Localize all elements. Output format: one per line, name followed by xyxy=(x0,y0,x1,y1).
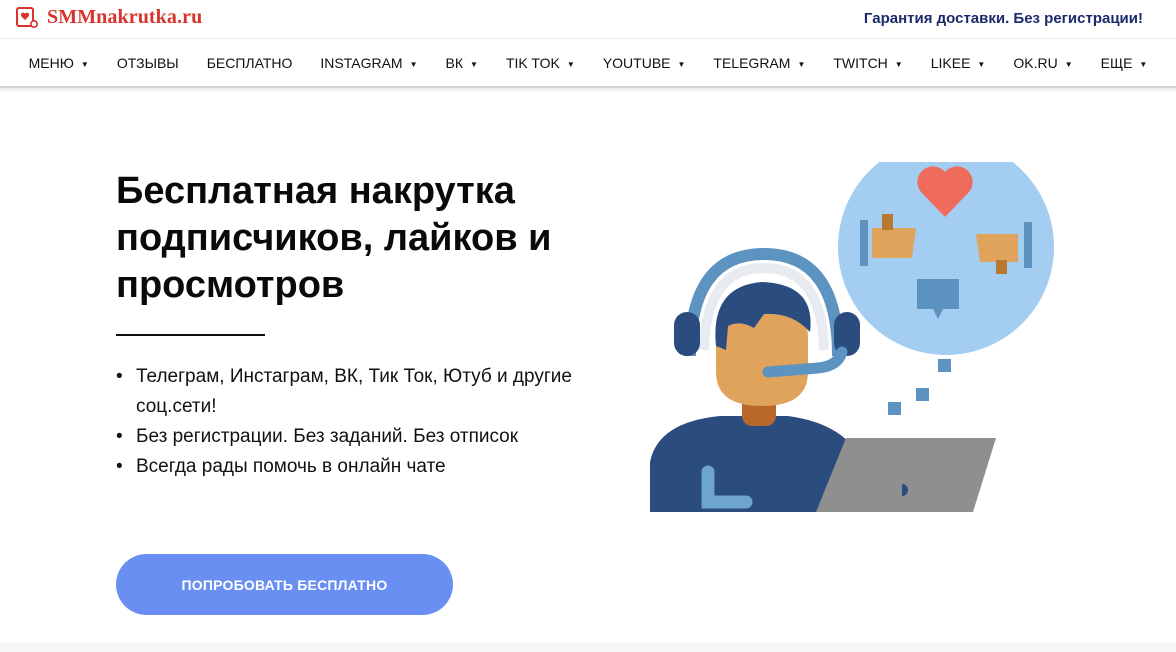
caret-down-icon: ▼ xyxy=(677,59,686,69)
top-bar: SMMnakrutka.ru Гарантия доставки. Без ре… xyxy=(0,0,1176,38)
nav-item-free[interactable]: БЕСПЛАТНО xyxy=(193,55,307,71)
footer-strip xyxy=(0,643,1176,652)
caret-down-icon: ▼ xyxy=(409,59,418,69)
nav-item-label: LIKEE xyxy=(930,55,971,71)
nav-item-okru[interactable]: OK.RU ▼ xyxy=(999,55,1086,71)
caret-down-icon: ▼ xyxy=(1064,59,1073,69)
nav-list: МЕНЮ ▼ ОТЗЫВЫ БЕСПЛАТНО INSTAGRAM ▼ ВК ▼ TI… xyxy=(0,39,1176,87)
nav-item-tiktok[interactable]: TIK TOK ▼ xyxy=(492,55,589,71)
feature-item: Телеграм, Инстаграм, ВК, Тик Ток, Ютуб и… xyxy=(116,362,576,422)
dot xyxy=(938,359,951,372)
nav-item-label: ОТЗЫВЫ xyxy=(116,55,179,71)
laptop-icon xyxy=(816,438,996,512)
nav-item-menu[interactable]: МЕНЮ ▼ xyxy=(15,55,103,71)
title-divider xyxy=(116,334,265,336)
feature-item: Всегда рады помочь в онлайн чате xyxy=(116,452,576,482)
nav-item-more[interactable]: ЕЩЕ ▼ xyxy=(1087,55,1162,71)
hero-title: Бесплатная накрутка подписчиков, лайков … xyxy=(116,170,552,306)
nav-item-label: INSTAGRAM xyxy=(320,55,403,71)
headset-earcup xyxy=(674,312,700,356)
support-operator-illustration xyxy=(650,162,1054,512)
nav-item-telegram[interactable]: TELEGRAM ▼ xyxy=(699,55,819,71)
main-nav: МЕНЮ ▼ ОТЗЫВЫ БЕСПЛАТНО INSTAGRAM ▼ ВК ▼ TI… xyxy=(0,38,1176,88)
dot xyxy=(916,388,929,401)
caret-down-icon: ▼ xyxy=(977,59,986,69)
nav-item-twitch[interactable]: TWITCH ▼ xyxy=(819,55,916,71)
try-free-button[interactable]: ПОПРОБОВАТЬ БЕСПЛАТНО xyxy=(116,554,453,615)
caret-down-icon: ▼ xyxy=(566,59,575,69)
logo-text: SMMnakrutka.ru xyxy=(47,5,203,28)
feature-item: Без регистрации. Без заданий. Без отписо… xyxy=(116,422,576,452)
nav-item-label: ВК xyxy=(445,55,464,71)
site-logo[interactable]: SMMnakrutka.ru xyxy=(15,5,202,29)
nav-item-label: МЕНЮ xyxy=(28,55,74,71)
nav-item-label: TELEGRAM xyxy=(713,55,791,71)
nav-item-youtube[interactable]: YOUTUBE ▼ xyxy=(589,55,700,71)
nav-item-instagram[interactable]: INSTAGRAM ▼ xyxy=(306,55,431,71)
nav-item-label: БЕСПЛАТНО xyxy=(206,55,293,71)
nav-item-reviews[interactable]: ОТЗЫВЫ xyxy=(103,55,193,71)
nav-item-likee[interactable]: LIKEE ▼ xyxy=(917,55,1000,71)
heart-card-icon xyxy=(16,7,39,29)
nav-item-label: TWITCH xyxy=(833,55,888,71)
nav-item-label: TIK TOK xyxy=(505,55,560,71)
feature-list: Телеграм, Инстаграм, ВК, Тик Ток, Ютуб и… xyxy=(116,362,576,482)
nav-item-label: OK.RU xyxy=(1013,55,1058,71)
caret-down-icon: ▼ xyxy=(1139,59,1148,69)
nav-item-label: ЕЩЕ xyxy=(1100,55,1133,71)
caret-down-icon: ▼ xyxy=(894,59,903,69)
caret-down-icon: ▼ xyxy=(797,59,806,69)
nav-item-vk[interactable]: ВК ▼ xyxy=(432,55,492,71)
header-tagline: Гарантия доставки. Без регистрации! xyxy=(863,10,1143,27)
dot xyxy=(888,402,901,415)
caret-down-icon: ▼ xyxy=(470,59,478,69)
nav-item-label: YOUTUBE xyxy=(602,55,671,71)
caret-down-icon: ▼ xyxy=(80,59,89,69)
